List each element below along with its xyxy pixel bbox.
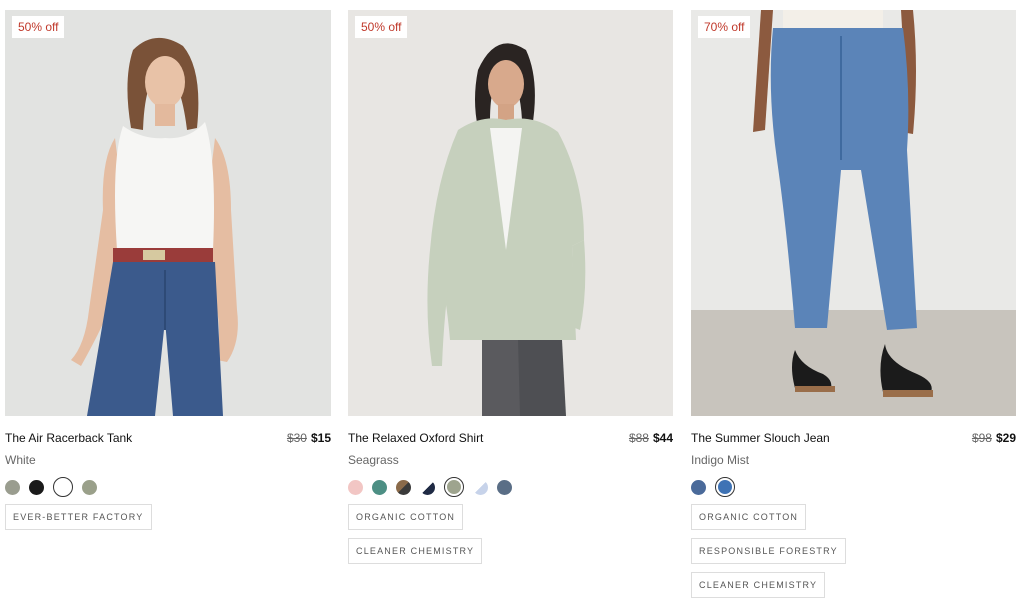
product-card[interactable]: 70% off The Summer Slouch Jean $98 $29 In… [691,10,1016,598]
color-swatch[interactable] [5,479,20,495]
color-swatch[interactable] [396,479,411,495]
color-swatches [5,477,331,497]
product-image[interactable]: 50% off [5,10,331,416]
original-price: $98 [971,431,992,445]
color-swatch-selected[interactable] [444,477,464,497]
color-swatches [348,477,673,497]
product-image[interactable]: 50% off [348,10,673,416]
product-image[interactable]: 70% off [691,10,1016,416]
color-swatch[interactable] [691,479,706,495]
sustainability-tags: EVER-BETTER FACTORY [5,504,255,530]
product-card[interactable]: 50% off The Relaxed Oxford Shirt $88 $44 … [348,10,673,564]
selected-color-name: White [5,453,36,467]
color-swatches [691,477,1016,497]
original-price: $30 [286,431,307,445]
sustainability-tags: ORGANIC COTTON CLEANER CHEMISTRY [348,504,588,564]
selected-color-name: Indigo Mist [691,453,750,467]
color-swatch[interactable] [348,479,363,495]
color-swatch[interactable] [82,479,97,495]
tag-badge[interactable]: EVER-BETTER FACTORY [5,504,152,530]
title-row: The Air Racerback Tank $30 $15 [5,431,331,445]
color-swatch[interactable] [29,479,44,495]
discount-badge: 50% off [355,16,408,38]
tag-badge[interactable]: RESPONSIBLE FORESTRY [691,538,846,564]
tank-model-photo [5,10,331,416]
tag-badge[interactable]: CLEANER CHEMISTRY [348,538,483,564]
discount-badge: 50% off [12,16,65,38]
sale-price: $29 [995,431,1016,445]
title-row: The Relaxed Oxford Shirt $88 $44 [348,431,673,445]
tag-badge[interactable]: ORGANIC COTTON [348,504,464,530]
sale-price: $44 [652,431,673,445]
original-price: $88 [628,431,649,445]
color-swatch[interactable] [420,479,435,495]
price: $98 $29 [972,431,1016,445]
color-swatch[interactable] [473,479,488,495]
tag-badge[interactable]: ORGANIC COTTON [691,504,807,530]
tag-badge[interactable]: CLEANER CHEMISTRY [691,572,826,598]
color-swatch[interactable] [372,479,387,495]
sustainability-tags: ORGANIC COTTON RESPONSIBLE FORESTRY CLEA… [691,504,941,598]
product-title[interactable]: The Summer Slouch Jean [691,431,830,445]
selected-color-name: Seagrass [348,453,399,467]
product-grid: 50% off The Air Racerback Tank $30 $15 Wh… [0,0,1024,598]
product-title[interactable]: The Air Racerback Tank [5,431,132,445]
jean-model-photo [691,10,1016,416]
color-swatch-selected[interactable] [715,477,735,497]
shirt-model-photo [348,10,673,416]
product-card[interactable]: 50% off The Air Racerback Tank $30 $15 Wh… [5,10,331,530]
color-swatch[interactable] [497,479,512,495]
product-title[interactable]: The Relaxed Oxford Shirt [348,431,483,445]
price: $30 $15 [287,431,331,445]
sale-price: $15 [310,431,331,445]
color-swatch-selected[interactable] [53,477,73,497]
discount-badge: 70% off [698,16,751,38]
title-row: The Summer Slouch Jean $98 $29 [691,431,1016,445]
price: $88 $44 [629,431,673,445]
